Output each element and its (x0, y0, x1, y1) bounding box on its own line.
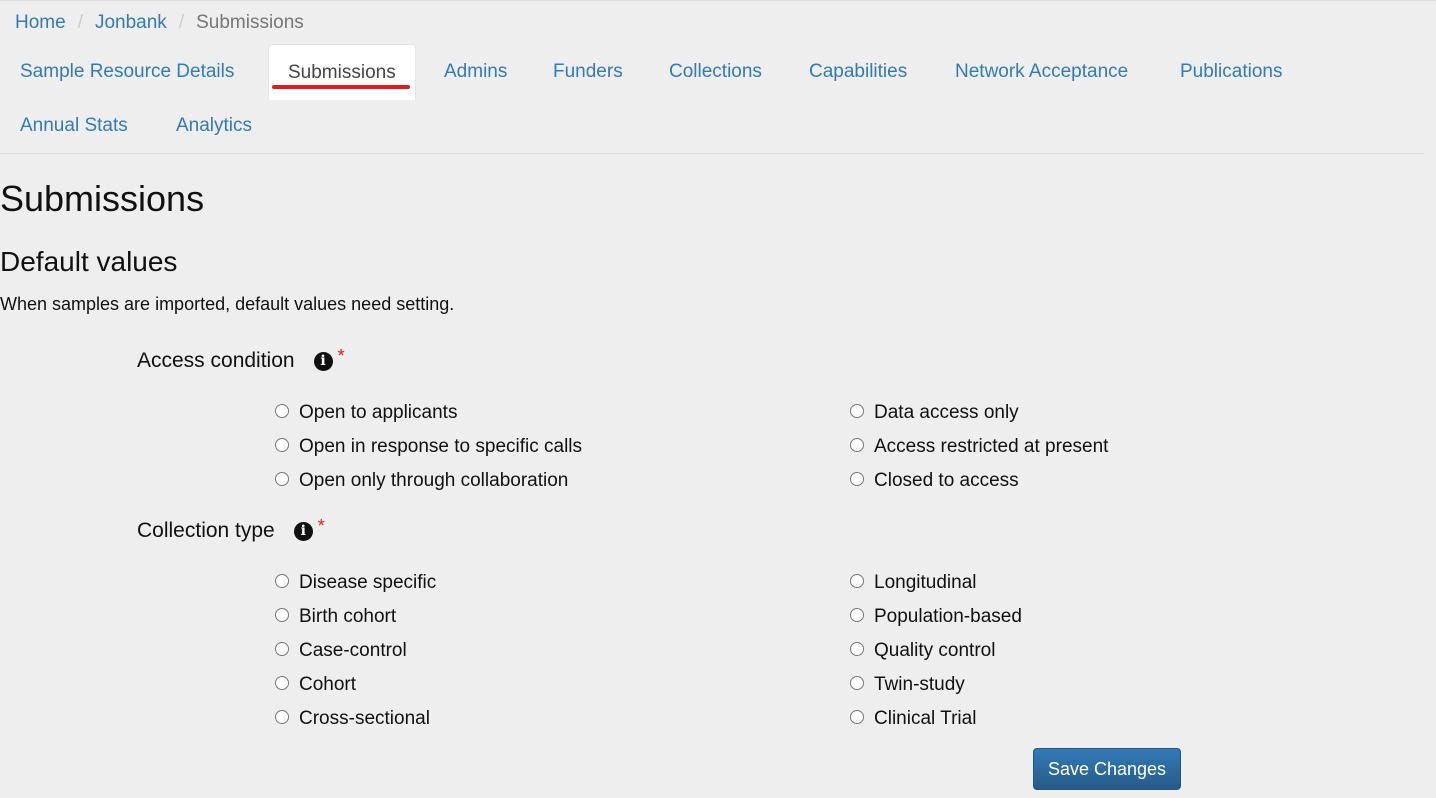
access-condition-label: Access condition i * (137, 346, 345, 374)
tab-collections[interactable]: Collections (669, 60, 762, 84)
radio-population-based[interactable]: Population-based (850, 600, 1022, 634)
tab-bar: Sample Resource Details Submissions Admi… (0, 44, 1424, 154)
breadcrumb-current: Submissions (196, 12, 304, 33)
required-marker: * (317, 516, 325, 536)
radio-open-in-response-to-specific-calls[interactable]: Open in response to specific calls (275, 430, 582, 464)
radio-button[interactable] (275, 608, 289, 622)
required-marker: * (337, 346, 345, 366)
radio-label: Cohort (299, 674, 357, 695)
radio-button[interactable] (850, 710, 864, 724)
radio-label: Cross-sectional (299, 708, 430, 729)
tab-admins[interactable]: Admins (444, 60, 507, 84)
section-title: Default values (0, 246, 178, 277)
radio-case-control[interactable]: Case-control (275, 634, 436, 668)
tab-network-acceptance[interactable]: Network Acceptance (955, 60, 1128, 84)
radio-button[interactable] (850, 642, 864, 656)
info-circle-icon[interactable]: i (293, 521, 313, 541)
collection-type-label-text: Collection type (137, 519, 275, 542)
radio-birth-cohort[interactable]: Birth cohort (275, 600, 436, 634)
radio-longitudinal[interactable]: Longitudinal (850, 566, 1022, 600)
radio-button[interactable] (275, 472, 289, 486)
tab-analytics[interactable]: Analytics (176, 114, 252, 138)
radio-label: Disease specific (299, 572, 437, 593)
breadcrumb: Home / Jonbank / Submissions (15, 11, 304, 35)
radio-open-only-through-collaboration[interactable]: Open only through collaboration (275, 464, 582, 498)
section-description: When samples are imported, default value… (0, 294, 455, 314)
radio-button[interactable] (275, 404, 289, 418)
radio-button[interactable] (850, 574, 864, 588)
access-condition-options-right: Data access only Access restricted at pr… (850, 396, 1108, 498)
radio-label: Clinical Trial (874, 708, 977, 729)
radio-data-access-only[interactable]: Data access only (850, 396, 1108, 430)
radio-cross-sectional[interactable]: Cross-sectional (275, 702, 436, 736)
radio-label: Birth cohort (299, 606, 397, 627)
radio-open-to-applicants[interactable]: Open to applicants (275, 396, 582, 430)
access-condition-label-text: Access condition (137, 349, 295, 372)
tab-capabilities[interactable]: Capabilities (809, 60, 907, 84)
top-edge (0, 0, 1436, 1)
collection-type-options-left: Disease specific Birth cohort Case-contr… (275, 566, 436, 736)
radio-button[interactable] (275, 642, 289, 656)
tab-sample-resource-details[interactable]: Sample Resource Details (20, 60, 234, 84)
radio-twin-study[interactable]: Twin-study (850, 668, 1022, 702)
radio-cohort[interactable]: Cohort (275, 668, 436, 702)
radio-label: Access restricted at present (874, 436, 1109, 457)
radio-button[interactable] (275, 710, 289, 724)
radio-button[interactable] (850, 676, 864, 690)
radio-access-restricted-at-present[interactable]: Access restricted at present (850, 430, 1108, 464)
radio-clinical-trial[interactable]: Clinical Trial (850, 702, 1022, 736)
radio-button[interactable] (275, 676, 289, 690)
collection-type-options-right: Longitudinal Population-based Quality co… (850, 566, 1022, 736)
breadcrumb-separator: / (178, 12, 185, 33)
radio-button[interactable] (850, 472, 864, 486)
radio-button[interactable] (850, 608, 864, 622)
radio-button[interactable] (850, 404, 864, 418)
tab-annual-stats[interactable]: Annual Stats (20, 114, 128, 138)
breadcrumb-separator: / (77, 12, 83, 33)
access-condition-options-left: Open to applicants Open in response to s… (275, 396, 582, 498)
radio-label: Open to applicants (299, 402, 458, 423)
info-circle-icon[interactable]: i (313, 351, 333, 371)
radio-disease-specific[interactable]: Disease specific (275, 566, 436, 600)
tab-submissions-label: Submissions (288, 62, 396, 83)
breadcrumb-home[interactable]: Home (15, 11, 66, 35)
collection-type-label: Collection type i * (137, 516, 325, 544)
tab-funders[interactable]: Funders (553, 60, 623, 84)
radio-label: Twin-study (874, 674, 965, 695)
tab-publications[interactable]: Publications (1180, 60, 1282, 84)
radio-button[interactable] (275, 574, 289, 588)
radio-label: Data access only (874, 402, 1019, 423)
radio-label: Quality control (874, 640, 996, 661)
save-changes-button[interactable]: Save Changes (1033, 748, 1181, 790)
radio-quality-control[interactable]: Quality control (850, 634, 1022, 668)
radio-label: Case-control (299, 640, 407, 661)
active-tab-underline (272, 85, 410, 89)
radio-closed-to-access[interactable]: Closed to access (850, 464, 1108, 498)
radio-label: Population-based (874, 606, 1022, 627)
radio-label: Closed to access (874, 470, 1019, 491)
tab-submissions[interactable]: Submissions (268, 44, 416, 100)
radio-label: Open in response to specific calls (299, 436, 583, 457)
page-title: Submissions (0, 178, 205, 219)
radio-label: Open only through collaboration (299, 470, 569, 491)
radio-button[interactable] (850, 438, 864, 452)
breadcrumb-jonbank[interactable]: Jonbank (95, 11, 167, 35)
radio-label: Longitudinal (874, 572, 977, 593)
radio-button[interactable] (275, 438, 289, 452)
